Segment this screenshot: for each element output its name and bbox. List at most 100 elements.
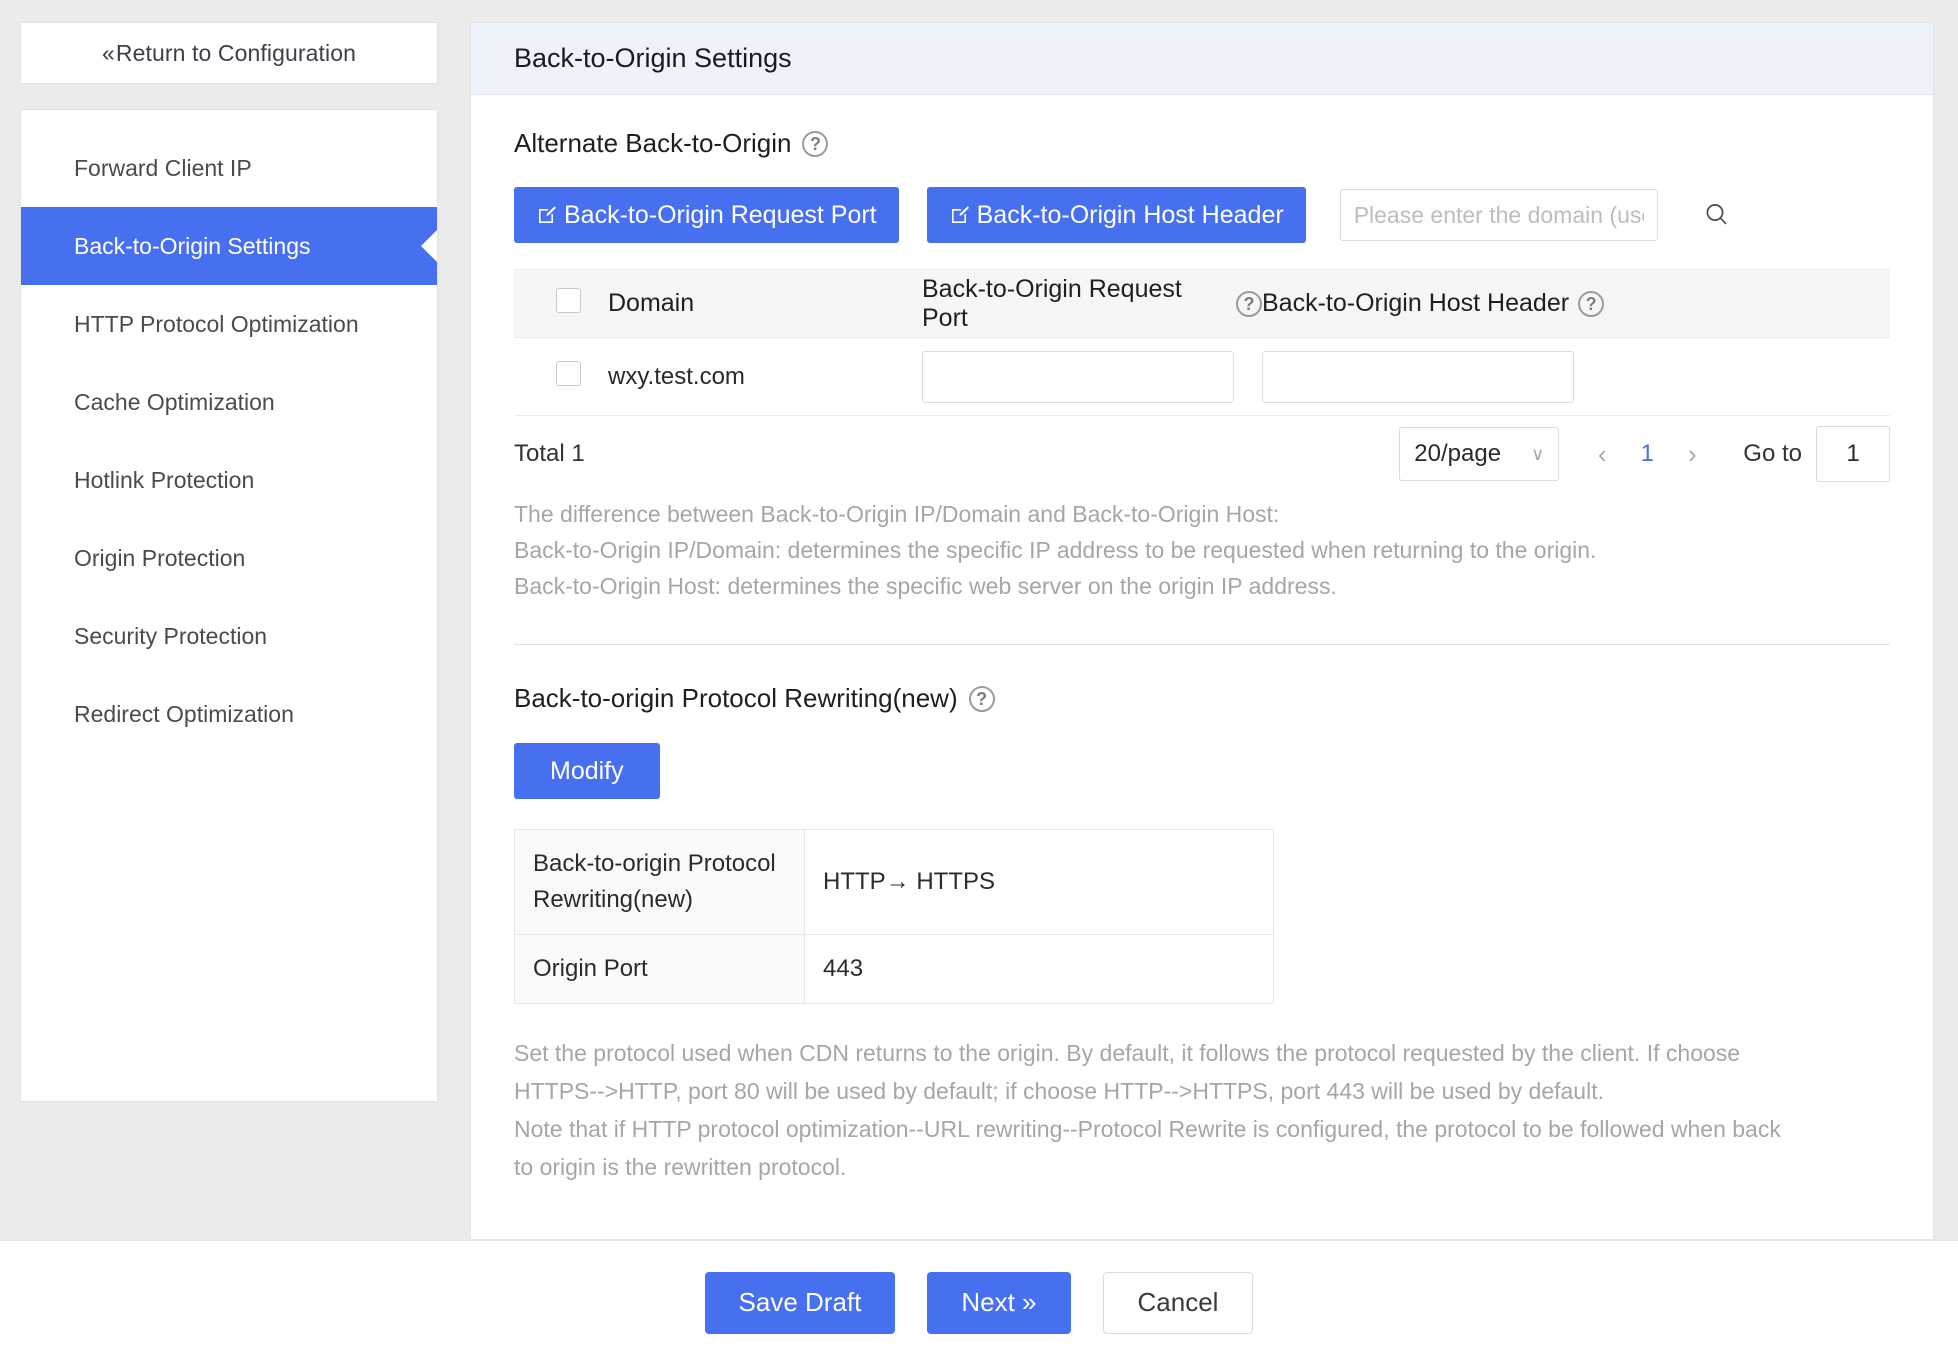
sidebar-item-label: Cache Optimization (74, 388, 275, 415)
description-line: Set the protocol used when CDN returns t… (514, 1040, 1741, 1066)
sidebar-item-security-protection[interactable]: Security Protection (21, 597, 437, 675)
row-domain-cell: wxy.test.com (582, 337, 922, 416)
row-label-cell: Back-to-origin Protocol Rewriting(new) (514, 829, 805, 935)
domain-value: wxy.test.com (608, 362, 745, 390)
domain-table: Domain Back-to-Origin Request Port ? Bac… (514, 269, 1890, 416)
main-body: Alternate Back-to-Origin ? Back-to-Origi… (471, 128, 1933, 1186)
note-line: The difference between Back-to-Origin IP… (514, 501, 1280, 527)
back-to-origin-request-port-label: Back-to-Origin Request Port (564, 200, 877, 229)
page-size-select[interactable]: 20/page ∨ (1399, 427, 1560, 481)
search-icon[interactable] (1702, 200, 1732, 230)
app-root: « Return to Configuration Forward Client… (0, 0, 1958, 1364)
page-title: Back-to-Origin Settings (471, 23, 1933, 95)
row-value-cell: HTTP→ HTTPS (804, 829, 1274, 935)
sidebar-item-label: Forward Client IP (74, 154, 252, 181)
sidebar-item-label: Origin Protection (74, 544, 246, 571)
modify-button-label: Modify (550, 756, 624, 785)
alternate-back-to-origin-label: Alternate Back-to-Origin (514, 128, 792, 158)
sidebar-nav-list: Forward Client IP Back-to-Origin Setting… (20, 109, 438, 1102)
select-all-checkbox[interactable] (556, 287, 581, 313)
domain-table-head: Domain Back-to-Origin Request Port ? Bac… (514, 269, 1890, 338)
save-draft-button[interactable]: Save Draft (704, 1271, 896, 1334)
pagination-next-button[interactable]: › (1669, 439, 1715, 470)
protocol-rewriting-description: Set the protocol used when CDN returns t… (514, 1034, 1890, 1186)
section-divider (514, 644, 1890, 645)
sidebar-item-origin-protection[interactable]: Origin Protection (21, 519, 437, 597)
chevron-down-icon: ∨ (1531, 444, 1545, 464)
column-header-label: Back-to-Origin Request Port (922, 274, 1182, 332)
sidebar-item-back-to-origin-settings[interactable]: Back-to-Origin Settings (21, 207, 437, 285)
request-port-input[interactable] (922, 350, 1234, 403)
pagination-total: Total 1 (514, 440, 585, 467)
row-select-cell (514, 337, 582, 416)
next-button[interactable]: Next » (927, 1271, 1071, 1334)
page-size-value: 20/page (1414, 440, 1502, 467)
double-chevron-left-icon: « (101, 39, 115, 66)
column-header-host-header: Back-to-Origin Host Header ? (1262, 269, 1890, 338)
sidebar-item-label: Redirect Optimization (74, 700, 294, 727)
help-icon[interactable]: ? (802, 130, 829, 157)
sidebar-item-redirect-optimization[interactable]: Redirect Optimization (21, 675, 437, 753)
sidebar-item-http-protocol-optimization[interactable]: HTTP Protocol Optimization (21, 285, 437, 363)
return-to-configuration-label: Return to Configuration (115, 39, 356, 66)
domain-table-body: wxy.test.com (514, 337, 1890, 416)
pagination: Total 1 20/page ∨ ‹ 1 › Go to (514, 416, 1890, 492)
description-line: HTTPS-->HTTP, port 80 will be used by de… (514, 1078, 1604, 1104)
protocol-rewriting-table: Back-to-origin Protocol Rewriting(new) H… (514, 829, 1274, 1004)
column-header-label: Back-to-Origin Host Header (1262, 289, 1570, 317)
sidebar-item-cache-optimization[interactable]: Cache Optimization (21, 363, 437, 441)
table-row: Origin Port 443 (514, 934, 1274, 1004)
edit-square-icon (949, 204, 971, 226)
description-line: Note that if HTTP protocol optimization-… (514, 1116, 1781, 1142)
goto-label: Go to (1743, 440, 1802, 467)
alternate-back-to-origin-heading: Alternate Back-to-Origin ? (514, 128, 1890, 159)
pagination-prev-button[interactable]: ‹ (1579, 439, 1625, 470)
note-line: Back-to-Origin Host: determines the spec… (514, 573, 1337, 599)
table-row: Back-to-origin Protocol Rewriting(new) H… (514, 829, 1274, 935)
row-label-cell: Origin Port (514, 934, 805, 1004)
help-icon[interactable]: ? (968, 685, 995, 712)
table-header-row: Domain Back-to-Origin Request Port ? Bac… (514, 269, 1890, 338)
next-label: Next » (961, 1287, 1037, 1317)
protocol-rewriting-label: Back-to-origin Protocol Rewriting(new) (514, 683, 958, 713)
goto-page-input[interactable] (1816, 426, 1890, 482)
sidebar-item-label: Hotlink Protection (74, 466, 255, 493)
sidebar-item-hotlink-protection[interactable]: Hotlink Protection (21, 441, 437, 519)
pagination-controls: 20/page ∨ ‹ 1 › Go to (1399, 426, 1890, 482)
footer-action-bar: Save Draft Next » Cancel (0, 1240, 1958, 1364)
sidebar: « Return to Configuration Forward Client… (20, 22, 438, 1102)
sidebar-item-label: HTTP Protocol Optimization (74, 310, 359, 337)
edit-square-icon (536, 204, 558, 226)
sidebar-item-label: Security Protection (74, 622, 268, 649)
select-all-header (514, 269, 582, 338)
sidebar-item-label: Back-to-Origin Settings (74, 232, 311, 259)
protocol-rewriting-heading: Back-to-origin Protocol Rewriting(new) ? (514, 683, 1890, 714)
sidebar-item-forward-client-ip[interactable]: Forward Client IP (21, 129, 437, 207)
row-host-header-cell (1262, 337, 1890, 416)
help-icon[interactable]: ? (1578, 290, 1605, 317)
help-icon[interactable]: ? (1236, 290, 1262, 317)
column-header-label: Domain (608, 289, 695, 317)
pagination-page-1[interactable]: 1 (1625, 440, 1669, 468)
alternate-action-row: Back-to-Origin Request Port Back-to-Orig… (514, 187, 1890, 243)
row-checkbox[interactable] (556, 360, 581, 386)
description-line: to origin is the rewritten protocol. (514, 1154, 847, 1180)
domain-search-input[interactable] (1339, 189, 1658, 241)
column-header-domain: Domain (582, 269, 922, 338)
alternate-notes: The difference between Back-to-Origin IP… (514, 496, 1890, 604)
back-to-origin-host-header-button[interactable]: Back-to-Origin Host Header (926, 187, 1306, 243)
row-value-cell: 443 (804, 934, 1274, 1004)
page-title-label: Back-to-Origin Settings (514, 43, 792, 73)
table-row: wxy.test.com (514, 337, 1890, 416)
column-header-request-port: Back-to-Origin Request Port ? (922, 269, 1262, 338)
return-to-configuration-button[interactable]: « Return to Configuration (20, 22, 438, 84)
note-line: Back-to-Origin IP/Domain: determines the… (514, 537, 1597, 563)
host-header-input[interactable] (1262, 350, 1574, 403)
cancel-label: Cancel (1137, 1287, 1219, 1317)
back-to-origin-request-port-button[interactable]: Back-to-Origin Request Port (514, 187, 899, 243)
main-panel: Back-to-Origin Settings Alternate Back-t… (470, 22, 1934, 1240)
row-request-port-cell (922, 337, 1262, 416)
modify-button[interactable]: Modify (514, 743, 660, 799)
cancel-button[interactable]: Cancel (1102, 1271, 1254, 1334)
back-to-origin-host-header-label: Back-to-Origin Host Header (976, 200, 1284, 229)
